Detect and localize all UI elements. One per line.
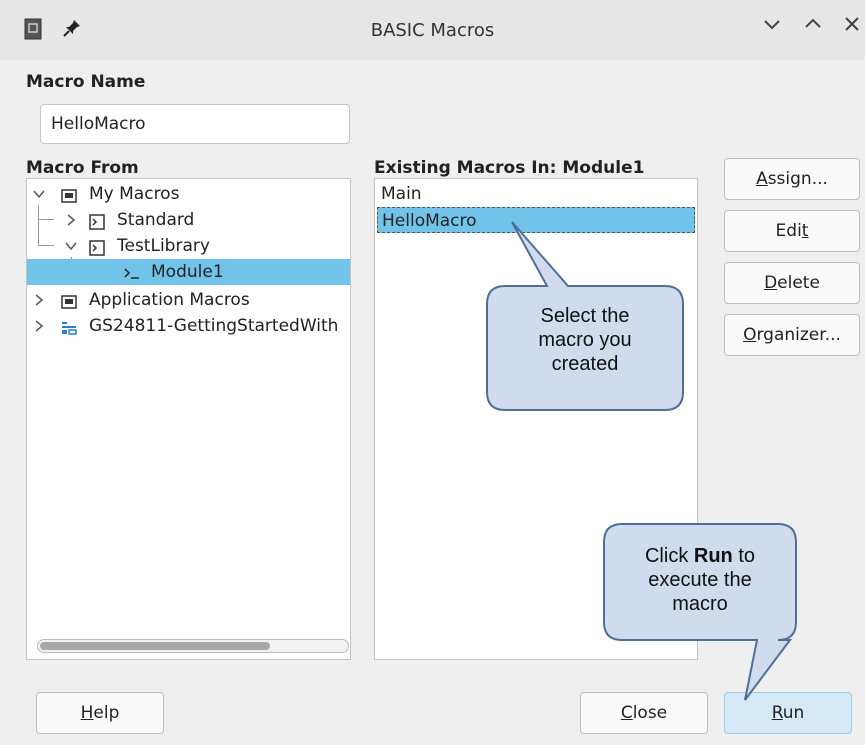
- callout-line: created: [551, 353, 619, 375]
- callout-shapes: [486, 221, 797, 701]
- callout-line: execute the: [648, 569, 752, 591]
- callout-line: Select the: [540, 305, 630, 327]
- callout-line: Click Run to: [604, 544, 796, 568]
- callout-line: macro: [672, 593, 728, 615]
- callout-text-span: Click: [644, 545, 694, 567]
- select-callout-text: Select the macro you created: [487, 304, 683, 376]
- callout-bold-run: Run: [693, 545, 733, 567]
- callout-text-span: to: [732, 545, 756, 567]
- run-callout-text: Click Run to execute the macro: [604, 544, 796, 616]
- callout-line: macro you: [538, 329, 632, 351]
